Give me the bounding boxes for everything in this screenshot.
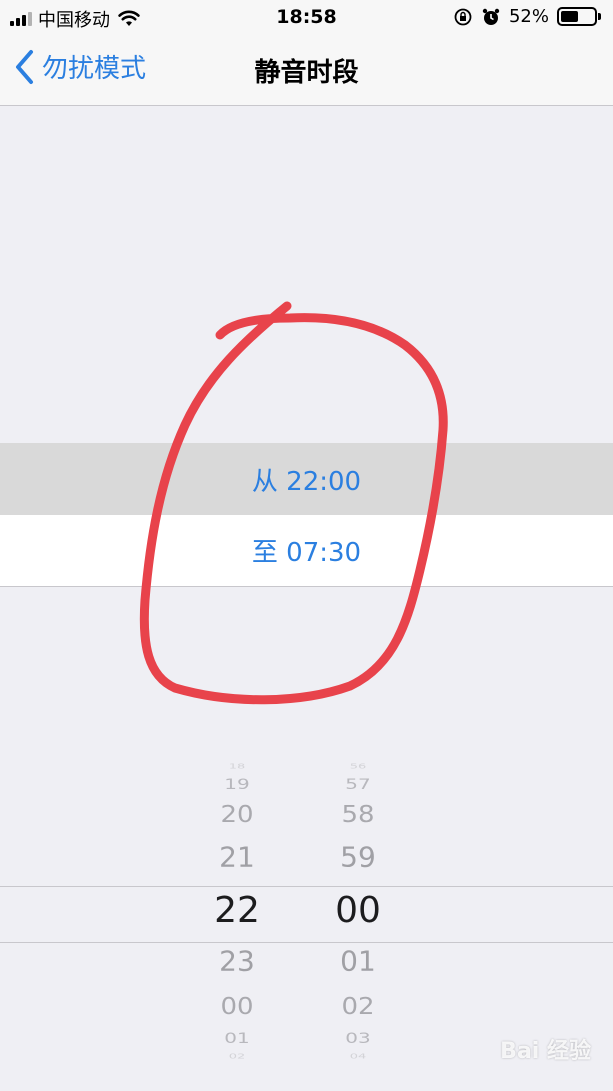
hour-option[interactable]: 01 <box>177 1031 297 1045</box>
hour-option[interactable]: 23 <box>177 948 297 975</box>
page-title: 静音时段 <box>254 58 359 88</box>
minute-option[interactable]: 56 <box>298 763 418 770</box>
minute-option[interactable]: 01 <box>298 948 418 975</box>
from-time-label: 从 22:00 <box>251 466 362 497</box>
alarm-icon <box>482 8 500 25</box>
hour-wheel[interactable]: 18 19 20 21 22 23 00 01 02 <box>177 760 297 1060</box>
time-picker[interactable]: 18 19 20 21 22 23 00 01 02 56 57 58 59 00 01 02 03 04 <box>0 760 613 1060</box>
orientation-lock-icon <box>454 8 472 25</box>
hour-option[interactable]: 00 <box>177 996 297 1019</box>
battery-icon <box>557 7 601 26</box>
minute-option[interactable]: 57 <box>298 777 418 791</box>
minute-option[interactable]: 03 <box>298 1031 418 1045</box>
status-bar: 中国移动 18:58 52% <box>0 0 613 34</box>
minute-option[interactable]: 02 <box>298 996 418 1019</box>
hour-option[interactable]: 20 <box>177 804 297 827</box>
minute-option[interactable]: 59 <box>298 844 418 871</box>
to-time-label: 至 07:30 <box>251 538 362 568</box>
to-time-row[interactable]: 至 07:30 <box>0 515 613 587</box>
hour-option[interactable]: 21 <box>177 844 297 871</box>
minute-wheel[interactable]: 56 57 58 59 00 01 02 03 04 <box>298 760 418 1060</box>
from-time-row[interactable]: 从 22:00 <box>0 443 613 515</box>
battery-percent: 52% <box>508 6 549 27</box>
hour-selected[interactable]: 22 <box>177 893 297 929</box>
minute-selected[interactable]: 00 <box>298 893 418 929</box>
minute-option[interactable]: 58 <box>298 804 418 827</box>
navigation-bar: 勿扰模式 静音时段 <box>0 34 613 106</box>
hour-option[interactable]: 18 <box>177 763 297 770</box>
hour-option[interactable]: 02 <box>177 1053 297 1060</box>
status-right: 52% <box>453 6 601 27</box>
hour-option[interactable]: 19 <box>177 777 297 791</box>
minute-option[interactable]: 04 <box>298 1053 418 1060</box>
watermark-logo: Bai 经验 <box>500 1039 591 1064</box>
